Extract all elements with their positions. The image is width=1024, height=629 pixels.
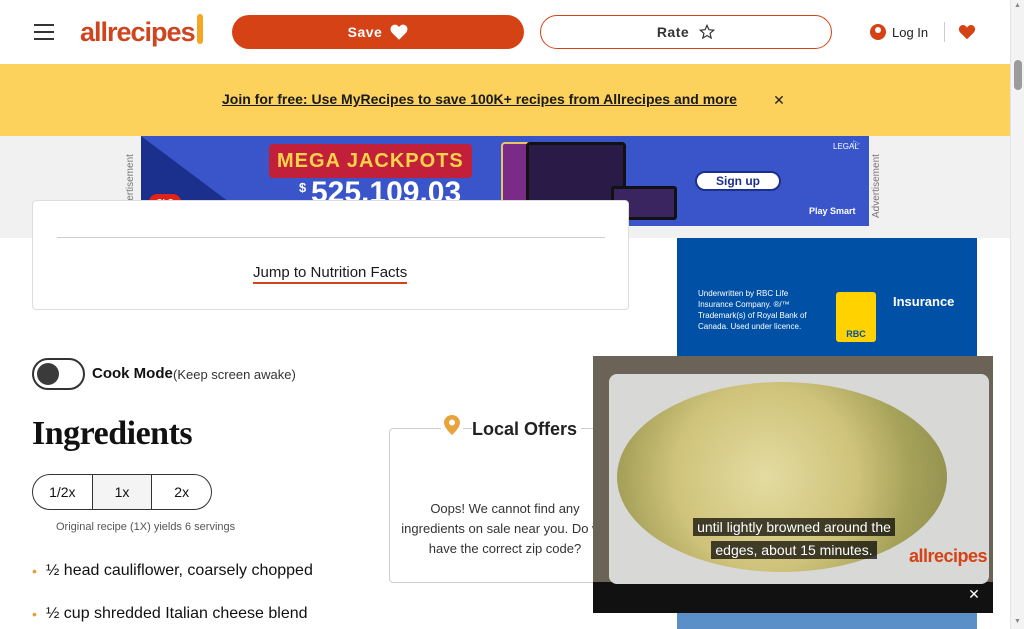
scale-1x-button[interactable]: 1x — [92, 475, 153, 509]
site-header: allrecipes Save Rate Log In — [0, 0, 1010, 64]
servings-scale-group: 1/2x 1x 2x — [32, 474, 212, 510]
page-scrollbar[interactable]: ▲ ▼ — [1010, 0, 1024, 629]
site-logo[interactable]: allrecipes — [80, 14, 203, 50]
ingredients-heading: Ingredients — [32, 415, 193, 452]
hamburger-icon — [34, 24, 54, 26]
cook-mode-toggle[interactable] — [32, 358, 85, 390]
scale-half-button[interactable]: 1/2x — [33, 475, 93, 509]
scroll-thumb[interactable] — [1014, 60, 1022, 90]
location-pin-icon — [441, 413, 463, 437]
heart-icon — [958, 25, 976, 40]
save-button[interactable]: Save — [232, 15, 524, 49]
scale-2x-button[interactable]: 2x — [152, 475, 211, 509]
scroll-up-arrow-icon[interactable]: ▲ — [1014, 2, 1021, 9]
rbc-logo: RBC — [836, 292, 876, 342]
local-offers-title: Local Offers — [472, 419, 582, 440]
cook-mode-label: Cook Mode — [92, 365, 173, 382]
scroll-down-arrow-icon[interactable]: ▼ — [1014, 618, 1021, 625]
recipe-details-card — [32, 200, 629, 310]
logo-text: allrecipes — [80, 16, 196, 47]
jump-to-nutrition-link[interactable]: Jump to Nutrition Facts — [253, 264, 408, 284]
promo-banner: Join for free: Use MyRecipes to save 100… — [0, 64, 1010, 136]
hamburger-icon — [34, 31, 54, 33]
ad-signup-button[interactable]: Sign up — [695, 171, 781, 191]
ad-label: Advertisement — [871, 154, 882, 218]
hamburger-icon — [34, 38, 54, 40]
ad-footer: Play Smart — [809, 206, 856, 216]
save-label: Save — [347, 24, 383, 40]
divider — [57, 237, 605, 238]
rate-label: Rate — [656, 24, 690, 40]
adchoices-icon[interactable]: ▷ — [853, 138, 867, 152]
ingredient-item[interactable]: ½ cup shredded Italian cheese blend — [32, 603, 377, 625]
ingredient-item[interactable]: ½ head cauliflower, coarsely chopped — [32, 560, 377, 582]
saved-recipes-button[interactable] — [956, 20, 978, 44]
rate-button[interactable]: Rate — [540, 15, 832, 49]
ad-tagline: Insurance — [893, 294, 955, 309]
menu-button[interactable] — [31, 20, 57, 44]
scroll-indicator[interactable] — [505, 458, 521, 470]
header-divider — [944, 22, 945, 42]
login-label: Log In — [892, 24, 929, 40]
video-frame: until lightly browned around the edges, … — [593, 356, 993, 584]
cook-mode-note[interactable]: (Keep screen awake) — [173, 367, 296, 382]
login-link[interactable]: Log In — [870, 21, 928, 43]
recipe-page: allrecipes Save Rate Log In Join for fre… — [0, 0, 1024, 629]
video-player[interactable]: until lightly browned around the edges, … — [593, 356, 993, 613]
yield-note: Original recipe (1X) yields 6 servings — [56, 521, 236, 533]
local-offers-message: Oops! We cannot find any ingredients on … — [401, 501, 609, 556]
caption-text: until lightly browned around the edges, … — [693, 518, 895, 559]
ad-currency: $ — [299, 180, 307, 195]
promo-link[interactable]: Join for free: Use MyRecipes to save 100… — [222, 91, 737, 107]
close-icon[interactable]: ✕ — [963, 583, 985, 605]
ad-disclaimer: Underwritten by RBC Life Insurance Compa… — [698, 289, 807, 331]
logo-mark-icon — [196, 14, 203, 44]
star-outline-icon — [699, 24, 716, 40]
close-icon[interactable]: ✕ — [771, 90, 787, 110]
video-watermark: allrecipes — [909, 546, 988, 566]
video-caption: until lightly browned around the edges, … — [679, 516, 909, 562]
user-circle-icon — [870, 24, 886, 40]
heart-icon — [390, 24, 408, 40]
ad-headline: MEGA JACKPOTS — [269, 144, 472, 178]
ingredient-list: ½ head cauliflower, coarsely chopped ½ c… — [32, 560, 377, 629]
